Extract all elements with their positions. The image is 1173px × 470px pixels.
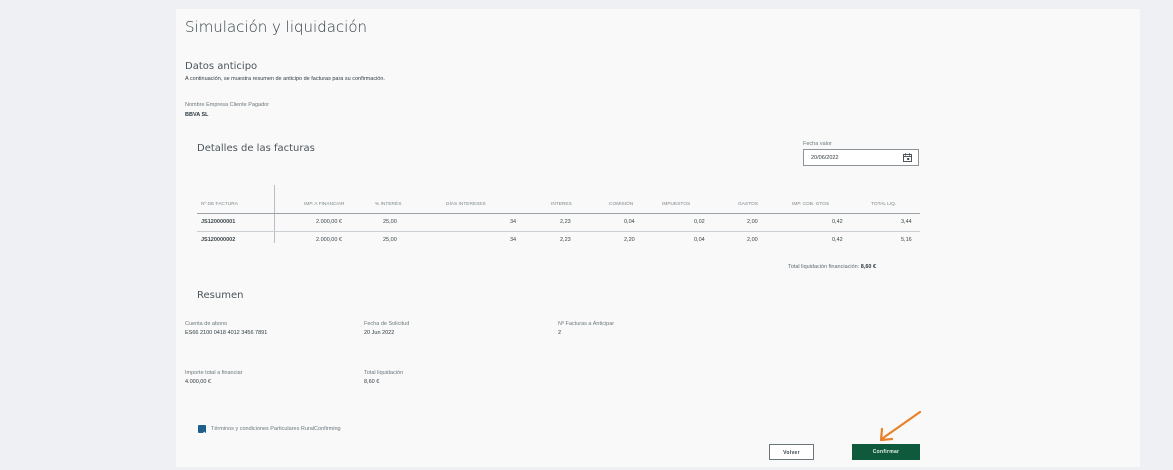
col-header-impuestos: IMPUESTOS [662,202,691,207]
col-header-imp-cob-gtos: IMP. COB. GTOS [792,202,830,207]
row2-factura: JS120000002 [201,237,236,243]
total-liquidacion-financiacion: Total liquidación financiación: 8,60 € [788,264,876,270]
row1-factura: JS120000001 [201,219,236,225]
total-financiacion-value: 8,60 € [860,264,877,270]
row1-imp-cob: 0,42 [832,219,843,225]
col-header-interes: INTERES [551,202,572,207]
fecha-valor-input[interactable]: 20/06/2022 [803,149,919,166]
volver-button[interactable]: Volver [769,444,814,460]
confirmar-button[interactable]: Confirmar [852,444,920,460]
row1-dias: 34 [510,219,517,225]
row1-gastos: 2,00 [747,219,758,225]
col-header-total-liq: TOTAL LIQ. [871,202,897,207]
row2-total: 5,16 [901,237,912,243]
annotation-arrow-icon [879,410,922,442]
row1-interes: 2,23 [560,219,571,225]
num-facturas-label: Nº Facturas a Anticipar [558,321,615,327]
header-underline [197,213,920,214]
fecha-valor-label: Fecha valor [803,141,832,147]
row1-pct: 25,00 [383,219,397,225]
col-header-imp-financiar: IMP. A FINANCIAR [304,202,345,207]
row2-comision: 2,20 [624,237,635,243]
num-facturas-value: 2 [558,330,562,336]
terms-label[interactable]: Términos y condiciones Particulares Rura… [211,426,341,432]
main-card: Simulación y liquidación Datos anticipo … [176,9,1140,467]
total-liquidacion-label: Total liquidación [364,370,404,376]
datos-anticipo-heading: Datos anticipo [185,61,258,72]
col-header-factura: Nº DE FACTURA [201,202,238,207]
importe-value: 4.000,00 € [185,379,211,385]
col-header-dias-intereses: DÍAS INTERESES [446,202,486,207]
row2-pct: 25,00 [383,237,397,243]
facturas-heading: Detalles de las facturas [197,143,315,154]
fecha-solicitud-value: 20 Jun 2022 [364,330,395,336]
resumen-heading: Resumen [197,290,244,301]
col-header-interes-pct: % INTERÉS [375,202,402,207]
calendar-icon[interactable] [903,153,912,162]
row1-comision: 0,04 [624,219,635,225]
empresa-label: Nombre Empresa Cliente Pagador [185,102,270,108]
row1-impuestos: 0,02 [694,219,705,225]
col-header-comision: COMISIÓN [609,202,634,207]
row1-imp: 2.000,00 € [316,219,342,225]
cuenta-value: ES66 2100 0418 4012 3456 7891 [185,330,268,336]
fecha-solicitud-label: Fecha de Solicitud [364,321,410,327]
total-liquidacion-value: 8,60 € [364,379,380,385]
row2-imp: 2.000,00 € [316,237,342,243]
cuenta-label: Cuenta de abono [185,321,228,327]
row1-total: 3,44 [901,219,912,225]
row2-dias: 34 [510,237,517,243]
row2-impuestos: 0,04 [694,237,705,243]
row2-interes: 2,23 [560,237,571,243]
fecha-valor-value: 20/06/2022 [811,155,839,161]
importe-label: Importe total a financiar [185,370,243,376]
datos-anticipo-intro: A continuación, se muestra resumen de an… [185,76,385,82]
row2-gastos: 2,00 [747,237,758,243]
table-divider [274,185,275,243]
checkmark-icon [199,431,206,437]
terms-checkbox[interactable] [198,425,206,437]
row-separator [197,231,920,232]
total-financiacion-label: Total liquidación financiación: [788,264,860,270]
empresa-value: BBVA SL [185,112,209,118]
row2-imp-cob: 0,42 [832,237,843,243]
page-title: Simulación y liquidación [185,18,368,36]
col-header-gastos: GASTOS [738,202,758,207]
